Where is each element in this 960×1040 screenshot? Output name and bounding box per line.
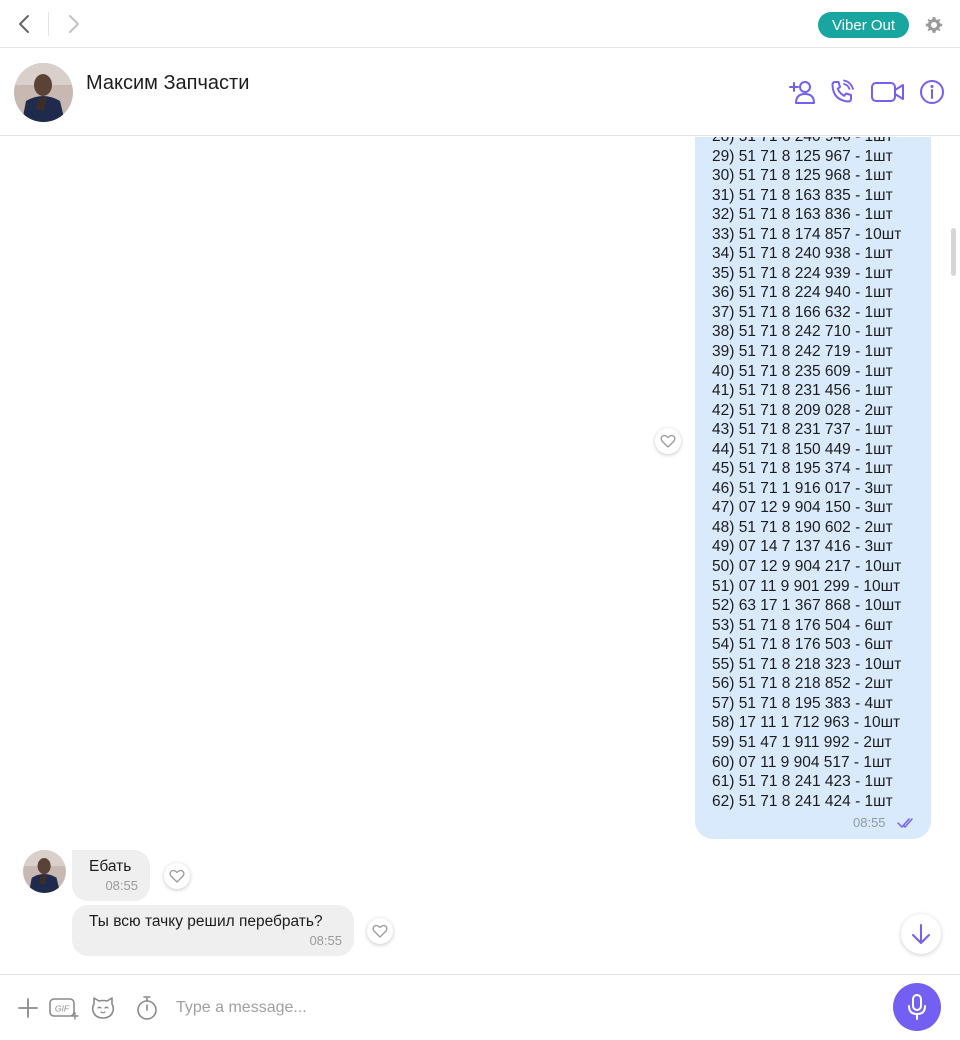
gif-label: GIF <box>55 1004 70 1014</box>
list-item: 57) 51 71 8 195 383 - 4шт <box>712 694 893 712</box>
message-time: 08:55 <box>309 933 342 948</box>
list-item: 45) 51 71 8 195 374 - 1шт <box>712 460 893 478</box>
list-item: 40) 51 71 8 235 609 - 1шт <box>712 362 893 380</box>
list-item: 51) 07 11 9 901 299 - 10шт <box>712 577 901 595</box>
video-call-icon[interactable] <box>870 78 906 106</box>
sticker-icon[interactable] <box>89 995 117 1021</box>
parts-list: 28) 51 71 8 240 940 - 1шт29) 51 71 8 125… <box>712 137 901 811</box>
forward-arrow-icon[interactable] <box>62 12 86 36</box>
list-item: 54) 51 71 8 176 503 - 6шт <box>712 636 893 654</box>
contact-name[interactable]: Максим Запчасти <box>86 72 249 95</box>
list-item: 34) 51 71 8 240 938 - 1шт <box>712 245 893 263</box>
arrow-down-icon <box>912 924 930 944</box>
list-item: 28) 51 71 8 240 940 - 1шт <box>712 137 901 147</box>
list-item: 62) 51 71 8 241 424 - 1шт <box>712 792 893 810</box>
message-text: Ебать <box>89 858 132 875</box>
scroll-to-bottom-button[interactable] <box>901 914 941 954</box>
list-item: 43) 51 71 8 231 737 - 1шт <box>712 421 893 439</box>
list-item: 29) 51 71 8 125 967 - 1шт <box>712 147 893 165</box>
message-composer: GIF <box>0 974 960 1040</box>
gear-icon[interactable] <box>922 13 946 37</box>
list-item: 35) 51 71 8 224 939 - 1шт <box>712 264 893 282</box>
contact-avatar[interactable] <box>14 63 73 122</box>
list-item: 38) 51 71 8 242 710 - 1шт <box>712 323 893 341</box>
timer-icon[interactable] <box>134 995 160 1021</box>
list-item: 48) 51 71 8 190 602 - 2шт <box>712 518 893 536</box>
list-item: 53) 51 71 8 176 504 - 6шт <box>712 616 893 634</box>
incoming-message-bubble[interactable]: Ебать 08:55 <box>72 850 150 901</box>
sender-avatar[interactable] <box>23 850 66 893</box>
viber-out-button[interactable]: Viber Out <box>818 12 909 38</box>
incoming-message-bubble[interactable]: Ты всю тачку решил перебрать? 08:55 <box>72 905 354 956</box>
heart-icon[interactable] <box>367 918 393 944</box>
list-item: 37) 51 71 8 166 632 - 1шт <box>712 303 893 321</box>
list-item: 44) 51 71 8 150 449 - 1шт <box>712 440 893 458</box>
message-time: 08:55 <box>853 815 886 830</box>
list-item: 32) 51 71 8 163 836 - 1шт <box>712 206 893 224</box>
back-arrow-icon[interactable] <box>12 12 36 36</box>
list-item: 55) 51 71 8 218 323 - 10шт <box>712 655 902 673</box>
info-icon[interactable] <box>919 78 945 106</box>
list-item: 61) 51 71 8 241 423 - 1шт <box>712 773 893 791</box>
heart-icon[interactable] <box>655 428 681 454</box>
list-item: 31) 51 71 8 163 835 - 1шт <box>712 186 893 204</box>
list-item: 41) 51 71 8 231 456 - 1шт <box>712 382 893 400</box>
list-item: 39) 51 71 8 242 719 - 1шт <box>712 343 893 361</box>
heart-icon[interactable] <box>164 863 190 889</box>
list-item: 56) 51 71 8 218 852 - 2шт <box>712 675 893 693</box>
message-input[interactable] <box>176 993 866 1023</box>
phone-call-icon[interactable] <box>828 78 856 106</box>
message-text: Ты всю тачку решил перебрать? <box>89 913 323 930</box>
list-item: 49) 07 14 7 137 416 - 3шт <box>712 538 893 556</box>
list-item: 42) 51 71 8 209 028 - 2шт <box>712 401 893 419</box>
chat-header: Максим Запчасти <box>0 48 960 136</box>
list-item: 60) 07 11 9 904 517 - 1шт <box>712 753 892 771</box>
list-item: 36) 51 71 8 224 940 - 1шт <box>712 284 893 302</box>
list-item: 47) 07 12 9 904 150 - 3шт <box>712 499 893 517</box>
outgoing-message-bubble[interactable]: 28) 51 71 8 240 940 - 1шт29) 51 71 8 125… <box>695 137 931 839</box>
gif-icon[interactable]: GIF <box>48 995 80 1021</box>
voice-message-button[interactable] <box>893 983 941 1031</box>
add-participant-icon[interactable] <box>786 78 816 106</box>
top-bar: Viber Out <box>0 0 960 48</box>
list-item: 46) 51 71 1 916 017 - 3шт <box>712 479 893 497</box>
list-item: 58) 17 11 1 712 963 - 10шт <box>712 714 901 732</box>
message-list[interactable]: 28) 51 71 8 240 940 - 1шт29) 51 71 8 125… <box>0 137 960 974</box>
double-check-icon <box>897 816 917 834</box>
list-item: 52) 63 17 1 367 868 - 10шт <box>712 597 902 615</box>
microphone-icon <box>908 994 926 1020</box>
list-item: 50) 07 12 9 904 217 - 10шт <box>712 558 902 576</box>
scrollbar-thumb[interactable] <box>951 228 956 276</box>
nav-divider <box>48 12 49 36</box>
list-item: 33) 51 71 8 174 857 - 10шт <box>712 225 902 243</box>
plus-icon[interactable] <box>16 995 40 1021</box>
list-item: 30) 51 71 8 125 968 - 1шт <box>712 167 893 185</box>
list-item: 59) 51 47 1 911 992 - 2шт <box>712 733 892 751</box>
message-time: 08:55 <box>105 878 138 893</box>
